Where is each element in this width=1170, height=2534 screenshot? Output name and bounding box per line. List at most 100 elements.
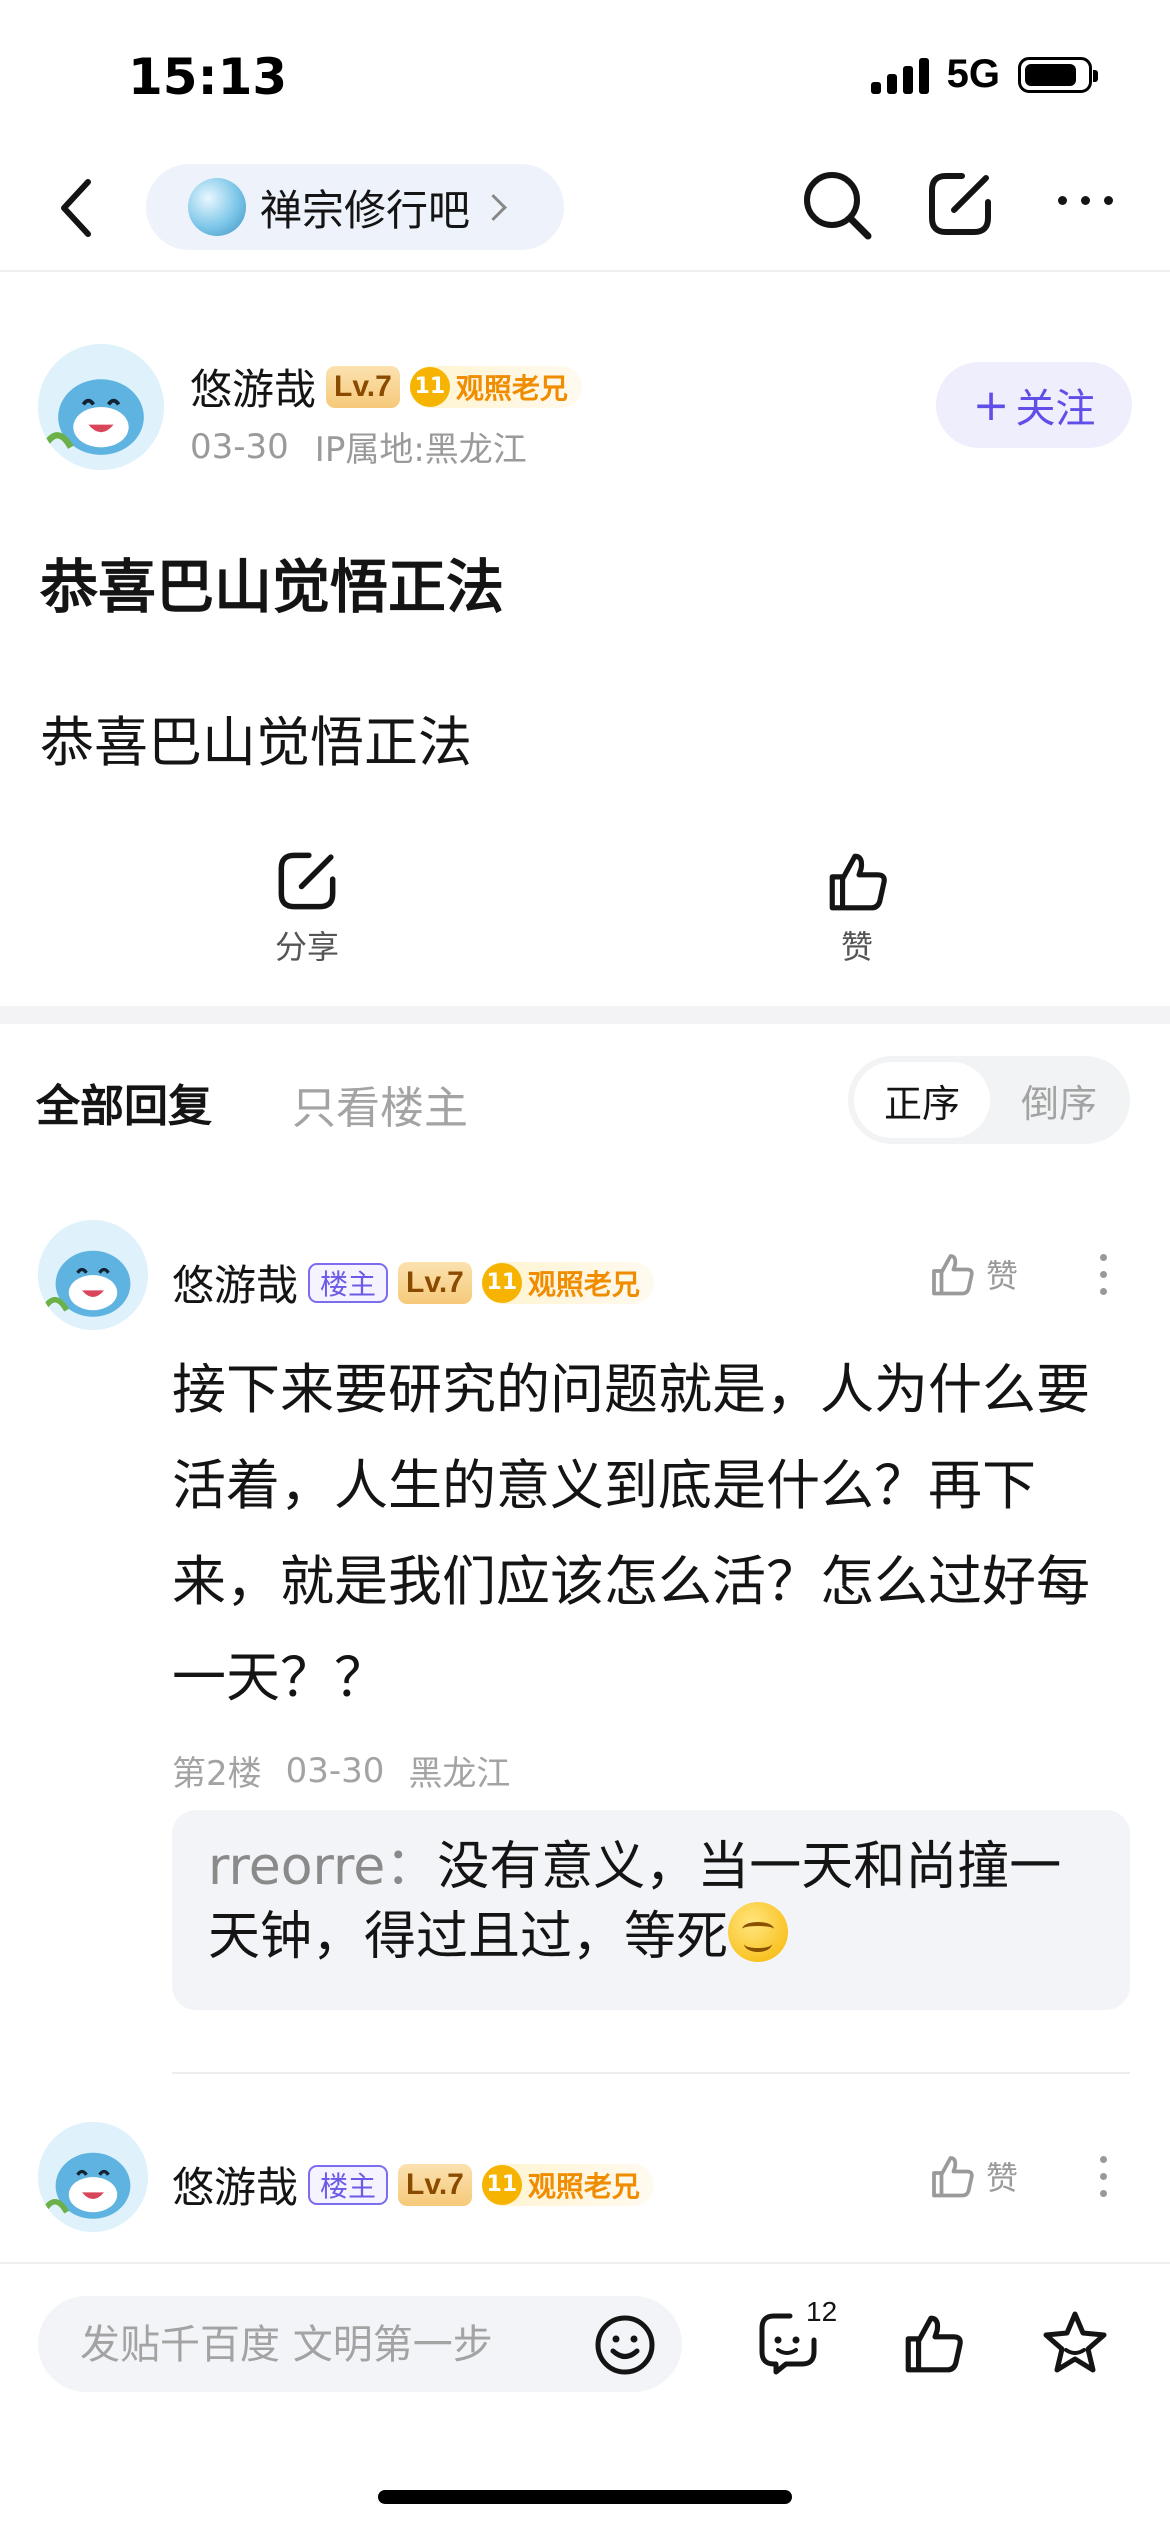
thumbs-up-icon	[932, 2156, 974, 2198]
sort-asc-button[interactable]: 正序	[854, 1062, 990, 1138]
follow-label: 关注	[1015, 386, 1096, 432]
more-dot	[1081, 196, 1090, 205]
sort-toggle: 正序 倒序	[848, 1056, 1130, 1144]
reply-more-button[interactable]	[1100, 2156, 1107, 2197]
plus-icon: +	[972, 379, 1010, 431]
reply-author-row: 悠游哉 楼主 Lv.7 11 观照老兄	[172, 1252, 654, 1313]
chevron-left-icon	[61, 179, 91, 237]
title-badge-label: 观照老兄	[527, 1267, 640, 1301]
more-dot	[1058, 196, 1067, 205]
reply-body: 接下来要研究的问题就是，人为什么要活着，人生的意义到底是什么？再下来，就是我们应…	[172, 1358, 1090, 1709]
follow-button[interactable]: + 关注	[936, 362, 1132, 448]
comment-button[interactable]: 12	[756, 2296, 837, 2380]
share-button[interactable]: 分享	[252, 848, 362, 968]
title-gem-icon: 11	[481, 2164, 522, 2205]
post-meta: 03-30 IP属地:黑龙江	[190, 422, 527, 471]
section-divider	[0, 1006, 1170, 1024]
cartoon-avatar-icon	[38, 1220, 148, 1330]
thumbs-up-icon	[829, 853, 887, 911]
more-dot	[1100, 2190, 1107, 2197]
post-date: 03-30	[190, 426, 289, 467]
smirk-emoji-icon	[728, 1902, 789, 1962]
status-time: 15:13	[128, 48, 288, 106]
reply-like-button[interactable]: 赞	[928, 1250, 1018, 1298]
edit-button[interactable]	[924, 168, 996, 244]
share-label: 分享	[274, 928, 339, 966]
post-body: 恭喜巴山觉悟正法	[40, 711, 472, 774]
more-dot	[1100, 2156, 1107, 2163]
post-author-row: 悠游哉 Lv.7 11 观照老兄	[190, 356, 582, 417]
author-avatar[interactable]	[38, 344, 164, 470]
reply-author-row: 悠游哉 楼主 Lv.7 11 观照老兄	[172, 2154, 654, 2215]
sub-reply-user[interactable]: rreorre	[208, 1837, 385, 1897]
sub-reply-separator: ：	[385, 1837, 438, 1897]
home-indicator	[378, 2490, 792, 2504]
favorite-button[interactable]	[1040, 2308, 1110, 2382]
network-label: 5G	[946, 52, 1000, 96]
more-dot	[1100, 1271, 1107, 1278]
status-icons: 5G	[870, 52, 1098, 97]
reply-like-button[interactable]: 赞	[928, 2152, 1018, 2200]
thumbs-up-icon	[905, 2315, 963, 2373]
nav-divider	[0, 270, 1170, 272]
level-badge: Lv.7	[398, 1261, 472, 1304]
level-badge: Lv.7	[326, 365, 400, 408]
back-button[interactable]	[56, 176, 96, 244]
forum-name: 禅宗修行吧	[260, 185, 471, 235]
title-badge: 11 观照老兄	[481, 2163, 654, 2206]
reply-avatar[interactable]	[38, 2122, 148, 2232]
search-icon	[804, 172, 872, 240]
sub-reply[interactable]: rreorre：没有意义，当一天和尚撞一天钟，得过且过，等死	[172, 1810, 1130, 2010]
battery-icon	[1018, 56, 1098, 93]
reply-avatar[interactable]	[38, 1220, 148, 1330]
title-badge: 11 观照老兄	[409, 365, 582, 408]
more-dot	[1100, 2173, 1107, 2180]
post-author-name[interactable]: 悠游哉	[190, 356, 316, 417]
comment-count: 12	[806, 2296, 838, 2327]
level-badge: Lv.7	[398, 2163, 472, 2206]
chevron-right-icon	[480, 193, 507, 221]
cartoon-avatar-icon	[38, 344, 164, 470]
post-ip: IP属地:黑龙江	[314, 430, 527, 470]
share-icon	[278, 852, 336, 910]
title-gem-icon: 11	[481, 1262, 522, 1303]
tab-owner-only[interactable]: 只看楼主	[292, 1072, 468, 1136]
edit-icon	[929, 173, 991, 235]
reply-floor: 第2楼	[172, 1754, 262, 1794]
reply-date: 03-30	[285, 1750, 385, 1791]
forum-link[interactable]: 禅宗修行吧	[146, 164, 564, 250]
signal-icon	[870, 56, 929, 94]
reply-input-pill	[38, 2296, 682, 2394]
search-button[interactable]	[800, 168, 874, 246]
emoji-icon[interactable]	[594, 2314, 656, 2376]
reply-input[interactable]	[78, 2296, 602, 2394]
bottom-like-button[interactable]	[900, 2310, 966, 2380]
more-dot	[1104, 196, 1113, 205]
reply-author-name[interactable]: 悠游哉	[172, 2154, 298, 2215]
title-badge-label: 观照老兄	[527, 2169, 640, 2203]
like-button[interactable]: 赞	[802, 848, 912, 968]
reply-like-label: 赞	[986, 1257, 1019, 1295]
reply-location: 黑龙江	[408, 1754, 511, 1794]
owner-badge: 楼主	[308, 2164, 389, 2205]
more-button[interactable]	[1058, 196, 1113, 205]
title-gem-icon: 11	[409, 366, 450, 407]
sort-desc-button[interactable]: 倒序	[994, 1062, 1124, 1138]
reply-divider	[172, 2072, 1130, 2074]
reply-more-button[interactable]	[1100, 1254, 1107, 1295]
post-title: 恭喜巴山觉悟正法	[40, 553, 505, 621]
owner-badge: 楼主	[308, 1262, 389, 1303]
thumbs-up-icon	[932, 1254, 974, 1296]
tab-all-replies[interactable]: 全部回复	[36, 1070, 212, 1134]
forum-avatar-icon	[188, 178, 246, 236]
title-badge-label: 观照老兄	[455, 371, 568, 405]
reply-author-name[interactable]: 悠游哉	[172, 1252, 298, 1313]
reply-meta: 第2楼 03-30 黑龙江	[172, 1746, 510, 1795]
more-dot	[1100, 1288, 1107, 1295]
like-label: 赞	[840, 928, 873, 966]
more-dot	[1100, 1254, 1107, 1261]
cartoon-avatar-icon	[38, 2122, 148, 2232]
title-badge: 11 观照老兄	[481, 1261, 654, 1304]
reply-like-label: 赞	[986, 2159, 1019, 2197]
star-icon	[1043, 2311, 1107, 2373]
